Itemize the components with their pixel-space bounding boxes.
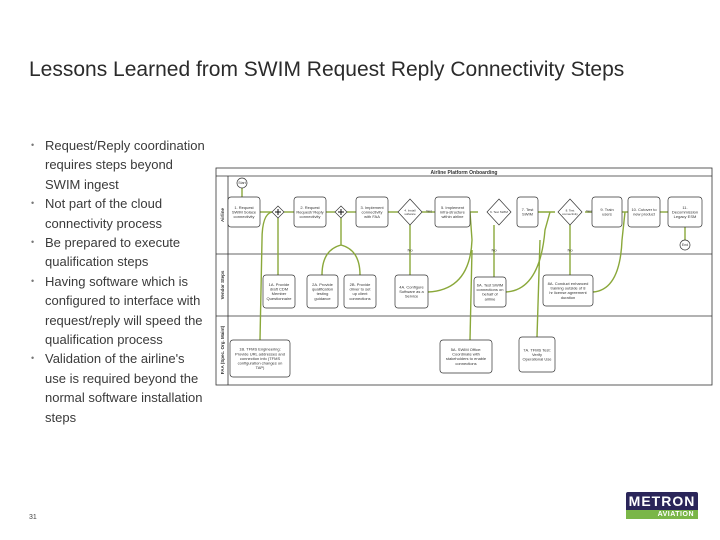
- step-label: 1. Request SWIM Solace connectivity: [232, 205, 257, 219]
- lane-label: FAA (Spec. Org. Maint): [220, 325, 225, 374]
- yes-label: Yes: [586, 208, 593, 213]
- no-label: No: [491, 247, 497, 252]
- lane-label: Vendor Steps: [220, 270, 225, 299]
- start-label: Start: [238, 181, 245, 185]
- step-label: 10. Cutover to new product: [631, 207, 657, 217]
- no-label: No: [407, 247, 413, 252]
- diagram-header: Airline Platform Onboarding: [431, 170, 498, 176]
- no-label: No: [567, 247, 573, 252]
- end-label: End: [682, 243, 688, 247]
- step-label: 9. Train users: [600, 207, 613, 217]
- logo-top: METRON: [626, 492, 698, 510]
- step-label: 2B. Provide driver to set up client connect…: [349, 282, 371, 301]
- step-label: 2A. Provide qualification testing guidance: [312, 282, 334, 301]
- metron-aviation-logo: METRON AVIATION: [626, 492, 698, 522]
- page-number: 31: [29, 514, 37, 521]
- yes-label: Yes: [426, 208, 433, 213]
- lane-label: Airline: [220, 208, 225, 223]
- step-label: 5. Implement infra-structure within airlin…: [440, 205, 465, 219]
- decision-label: 4. Install software: [404, 208, 416, 215]
- step-label: 7. Test SWIM: [522, 207, 535, 217]
- step-label: 2. Request Request/ Reply connectivity: [296, 205, 323, 219]
- logo-bottom: AVIATION: [626, 510, 698, 519]
- decision-label: 6. Test SWIM: [490, 210, 508, 214]
- process-diagram: Airline Platform Onboarding Airline Vendor…: [215, 167, 713, 386]
